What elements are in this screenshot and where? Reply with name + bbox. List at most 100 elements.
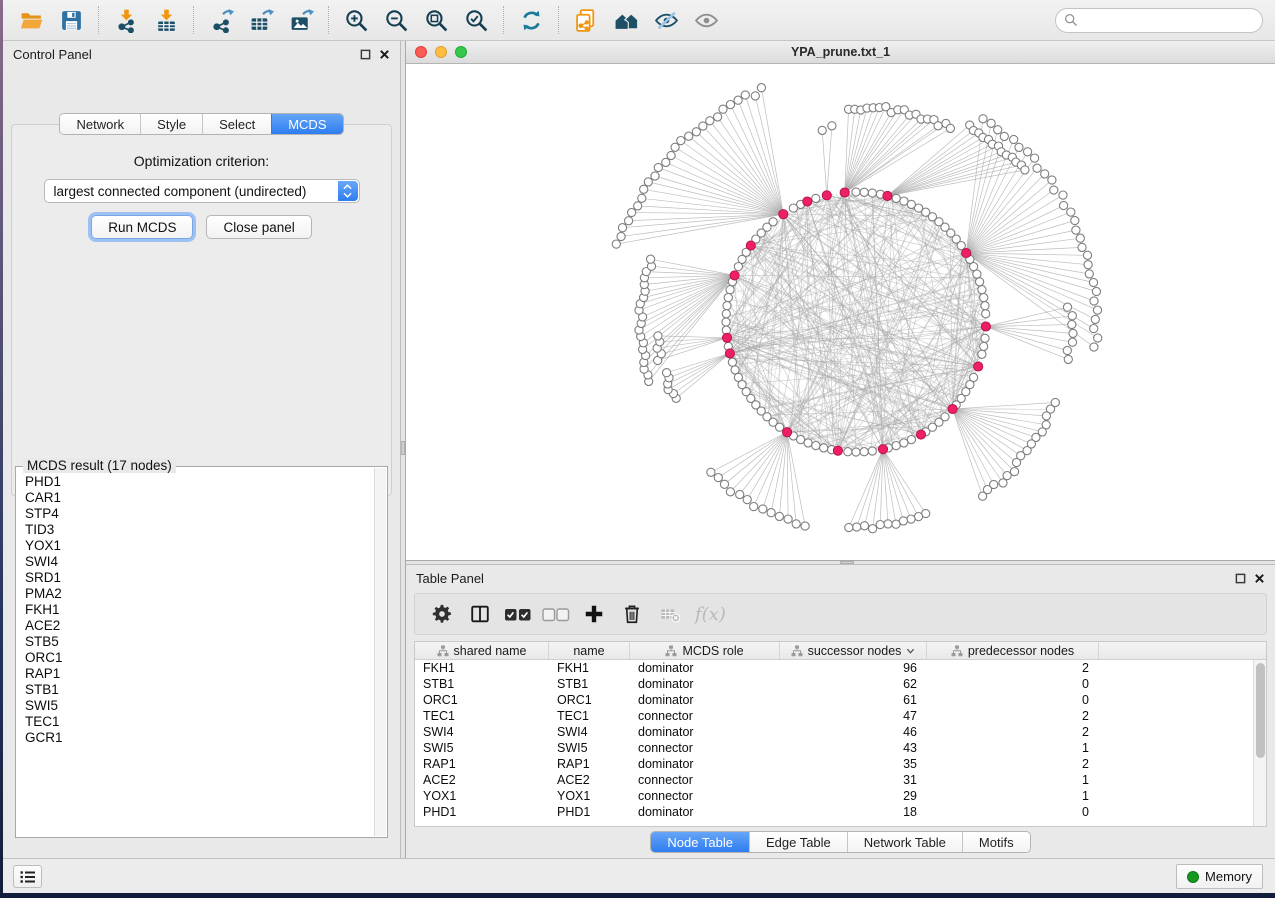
search-box[interactable] (1055, 8, 1263, 33)
hide-selected-button[interactable] (646, 4, 686, 36)
open-file-button[interactable] (11, 4, 51, 36)
close-window-button[interactable] (415, 46, 427, 58)
mcds-result-group: MCDS result (17 nodes) PHD1CAR1STP4TID3Y… (15, 466, 388, 838)
select-all-button[interactable] (501, 598, 535, 630)
mcds-result-item[interactable]: PHD1 (25, 474, 374, 490)
memory-status-icon (1187, 871, 1199, 883)
mcds-result-item[interactable]: TID3 (25, 522, 374, 538)
task-history-button[interactable] (13, 865, 42, 888)
delete-entry-button[interactable] (615, 598, 649, 630)
mcds-result-item[interactable]: SWI4 (25, 554, 374, 570)
toolbar-separator (193, 6, 194, 34)
table-row[interactable]: RAP1RAP1dominator352 (415, 756, 1253, 772)
export-network-button[interactable] (201, 4, 241, 36)
settings-gear-button[interactable] (425, 598, 459, 630)
float-table-panel-icon[interactable] (1235, 573, 1246, 584)
import-network-button[interactable] (106, 4, 146, 36)
zoom-fit-button[interactable] (416, 4, 456, 36)
tab-motifs[interactable]: Motifs (962, 832, 1030, 852)
show-all-button[interactable] (686, 4, 726, 36)
add-entry-button[interactable] (577, 598, 611, 630)
save-session-button[interactable] (51, 4, 91, 36)
status-bar: Memory (3, 858, 1275, 893)
refresh-network-button[interactable] (511, 4, 551, 36)
float-panel-icon[interactable] (360, 49, 371, 60)
list-icon (20, 870, 36, 884)
column-namespace-icon (791, 645, 803, 657)
close-panel-icon[interactable] (379, 49, 390, 60)
mcds-result-item[interactable]: SWI5 (25, 698, 374, 714)
tab-node-table[interactable]: Node Table (651, 832, 749, 852)
table-cell: 62 (780, 676, 927, 692)
network-view-canvas[interactable] (406, 64, 1275, 560)
column-layout-icon (469, 603, 491, 625)
splitter-grip[interactable] (401, 441, 405, 455)
zoom-in-button[interactable] (336, 4, 376, 36)
table-row[interactable]: FKH1FKH1dominator962 (415, 660, 1253, 676)
open-file-icon (19, 8, 44, 33)
table-row[interactable]: SWI5SWI5connector431 (415, 740, 1253, 756)
first-neighbors-button[interactable] (606, 4, 646, 36)
table-cell: FKH1 (415, 660, 549, 676)
mcds-result-item[interactable]: PMA2 (25, 586, 374, 602)
mcds-list-scrollbar[interactable] (374, 468, 386, 836)
table-cell: 0 (927, 804, 1099, 820)
mcds-result-item[interactable]: STB5 (25, 634, 374, 650)
table-row[interactable]: ORC1ORC1dominator610 (415, 692, 1253, 708)
column-label: name (573, 644, 604, 658)
deselect-all-button[interactable] (539, 598, 573, 630)
minimize-window-button[interactable] (435, 46, 447, 58)
tab-select[interactable]: Select (202, 114, 271, 134)
table-row[interactable]: TEC1TEC1connector472 (415, 708, 1253, 724)
tab-network[interactable]: Network (60, 114, 140, 134)
tab-edge-table[interactable]: Edge Table (749, 832, 847, 852)
memory-button[interactable]: Memory (1176, 864, 1263, 889)
mcds-result-item[interactable]: ORC1 (25, 650, 374, 666)
table-scrollbar-thumb[interactable] (1256, 663, 1265, 758)
column-header-shared-name[interactable]: shared name (415, 642, 549, 659)
export-image-button[interactable] (281, 4, 321, 36)
table-cell: ACE2 (549, 772, 630, 788)
zoom-out-button[interactable] (376, 4, 416, 36)
table-row[interactable]: SWI4SWI4dominator462 (415, 724, 1253, 740)
tab-network-table[interactable]: Network Table (847, 832, 962, 852)
mcds-result-item[interactable]: STB1 (25, 682, 374, 698)
table-row[interactable]: ACE2ACE2connector311 (415, 772, 1253, 788)
table-cell: 1 (927, 740, 1099, 756)
export-table-icon (249, 8, 274, 33)
mcds-result-list[interactable]: PHD1CAR1STP4TID3YOX1SWI4SRD1PMA2FKH1ACE2… (17, 468, 374, 836)
optimization-criterion-select[interactable]: largest connected component (undirected) (44, 179, 360, 203)
column-label: shared name (454, 644, 527, 658)
close-table-panel-icon[interactable] (1254, 573, 1265, 584)
column-header-MCDS-role[interactable]: MCDS role (630, 642, 780, 659)
zoom-selected-button[interactable] (456, 4, 496, 36)
mcds-result-item[interactable]: ACE2 (25, 618, 374, 634)
table-scrollbar[interactable] (1253, 660, 1266, 826)
mcds-result-item[interactable]: TEC1 (25, 714, 374, 730)
mcds-result-item[interactable]: STP4 (25, 506, 374, 522)
column-header-successor-nodes[interactable]: successor nodes (780, 642, 927, 659)
horizontal-splitter-grip[interactable] (840, 561, 854, 564)
tab-style[interactable]: Style (140, 114, 202, 134)
mcds-result-item[interactable]: YOX1 (25, 538, 374, 554)
zoom-window-button[interactable] (455, 46, 467, 58)
mcds-result-item[interactable]: CAR1 (25, 490, 374, 506)
run-mcds-button[interactable]: Run MCDS (91, 215, 193, 239)
export-table-button[interactable] (241, 4, 281, 36)
column-header-name[interactable]: name (549, 642, 630, 659)
mcds-result-item[interactable]: RAP1 (25, 666, 374, 682)
mcds-result-item[interactable]: GCR1 (25, 730, 374, 746)
clone-network-button[interactable] (566, 4, 606, 36)
table-row[interactable]: STB1STB1dominator620 (415, 676, 1253, 692)
column-layout-button[interactable] (463, 598, 497, 630)
table-row[interactable]: PHD1PHD1dominator180 (415, 804, 1253, 820)
close-panel-button[interactable]: Close panel (206, 215, 311, 239)
mcds-result-item[interactable]: FKH1 (25, 602, 374, 618)
table-row[interactable]: YOX1YOX1connector291 (415, 788, 1253, 804)
import-table-button[interactable] (146, 4, 186, 36)
mcds-result-item[interactable]: SRD1 (25, 570, 374, 586)
column-label: predecessor nodes (968, 644, 1074, 658)
tab-mcds[interactable]: MCDS (271, 114, 342, 134)
search-input[interactable] (1083, 13, 1259, 28)
column-header-predecessor-nodes[interactable]: predecessor nodes (927, 642, 1099, 659)
